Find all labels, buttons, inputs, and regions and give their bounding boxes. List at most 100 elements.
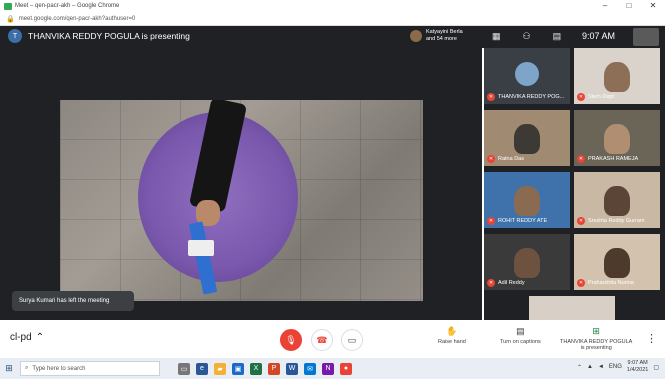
mic-off-icon: ✕ [487,217,495,225]
self-view-thumbnail[interactable] [633,28,659,46]
url-text[interactable]: meet.google.com/qen-pacr-akh?authuser=0 [19,16,136,22]
avatar [515,62,539,86]
chevron-up-icon: ⌃ [35,332,45,343]
participant-name: Praharshita Nunna [588,280,634,286]
edge-icon[interactable]: e [196,362,208,375]
mic-off-icon: ✕ [577,155,585,163]
language-indicator[interactable]: ENG [609,364,622,370]
search-placeholder: Type here to search [32,365,86,372]
white-tool [188,240,214,256]
presenter-avatar: T [8,29,22,43]
captions-icon: ▤ [516,326,525,336]
participant-video [604,248,630,278]
excel-icon[interactable]: X [250,362,262,375]
header-icons: ▦ ⚇ ▤ [492,31,561,42]
grid-icon[interactable]: ▦ [492,31,501,42]
mic-off-icon: ✕ [487,279,495,287]
presented-video [60,100,423,301]
participant-video [514,186,540,216]
mic-off-icon: ✕ [487,155,495,163]
notification-icon[interactable]: ▢ [653,364,659,371]
present-screen-icon: ⊞ [592,326,600,336]
participant-video [604,124,630,154]
present-status-button[interactable]: ⊞ THANVIKA REDDY POGULA is presenting [560,326,632,351]
meet-controls-bar: cl-pd ⌃ 🎙 ☎ ▭ ✋ Raise hand ▤ Turn on cap… [0,320,665,358]
meeting-code: cl-pd [10,332,32,343]
microphone-toggle-button[interactable]: 🎙 [280,329,302,351]
more-options-icon[interactable]: ⋮ [646,332,657,345]
mic-off-icon: ✕ [487,93,495,101]
participant-tile[interactable]: ✕ PRAKASH RAMEJA [574,110,660,166]
participant-name: ROHIT REDDY ATE [498,218,548,224]
volume-icon[interactable]: ◄ [598,364,604,370]
participant-tile[interactable]: ✕ Stem Dept [574,48,660,104]
search-icon: ⌕ [25,365,29,371]
participant-name: Adil Reddy [498,280,525,286]
powerpoint-icon[interactable]: P [268,362,280,375]
viewers-count: and 54 more [426,35,457,42]
participant-tile[interactable]: ✕ THANVIKA REDDY POG... [484,48,570,104]
maximize-button[interactable]: □ [617,0,641,12]
participant-tile[interactable] [529,296,615,320]
presenting-suffix: is presenting [580,345,612,351]
participant-tile[interactable]: ✕ ROHIT REDDY ATE [484,172,570,228]
file-explorer-icon[interactable]: ▰ [214,362,226,375]
clock-date: 1/4/2021 [626,367,649,373]
participant-tile[interactable]: ✕ Ratna Das [484,110,570,166]
mic-off-icon: 🎙 [285,334,297,345]
meet-favicon-icon [4,2,12,10]
left-meeting-toast: Surya Kumari has left the meeting [12,291,134,311]
hang-up-icon: ☎ [316,334,328,345]
mail-icon[interactable]: ✉ [304,362,316,375]
taskbar-clock[interactable]: 9:07 AM 1/4/2021 [627,360,648,374]
participant-name: Stem Dept [588,94,614,100]
taskbar-apps: ▭ e ▰ ▣ X P W ✉ N ● [178,362,352,375]
taskbar-search-input[interactable]: ⌕ Type here to search [20,361,160,376]
participant-video [514,124,540,154]
task-view-icon[interactable]: ▭ [178,362,190,375]
camera-toggle-button[interactable]: ▭ [341,329,363,351]
participant-video [514,248,540,278]
participant-name: THANVIKA REDDY POG... [498,94,565,100]
chrome-icon[interactable]: ● [340,362,352,375]
window-controls: – □ ✕ [593,0,665,12]
participant-tile[interactable]: ✕ Adil Reddy [484,234,570,290]
chat-icon[interactable]: ▤ [553,31,562,42]
store-icon[interactable]: ▣ [232,362,244,375]
participant-tile[interactable]: ✕ Praharshita Nunna [574,234,660,290]
meeting-details[interactable]: cl-pd ⌃ [10,332,44,343]
participant-name: Ratna Das [498,156,524,162]
participant-tiles: ✕ THANVIKA REDDY POG... ✕ Stem Dept ✕ Ratna… [484,48,665,320]
network-icon[interactable]: ▲ [587,364,593,370]
minimize-button[interactable]: – [593,0,617,12]
windows-start-icon[interactable]: ⊞ [0,363,18,374]
people-icon[interactable]: ⚇ [523,31,531,42]
mic-off-icon: ✕ [577,217,585,225]
presenting-text: THANVIKA REDDY POGULA is presenting [28,31,190,41]
window-title: Meet – qen-pacr-akh – Google Chrome [15,3,120,9]
viewers-chip[interactable]: Katyayini Berla and 54 more [410,29,463,42]
viewer-avatar [410,29,422,42]
system-tray: ⌃ ▲ ◄ ENG 9:07 AM 1/4/2021 ▢ [577,360,659,374]
window-titlebar: Meet – qen-pacr-akh – Google Chrome – □ … [0,0,665,12]
raise-hand-button[interactable]: ✋ Raise hand [438,326,466,345]
camera-icon: ▭ [347,334,357,345]
participant-video [604,62,630,92]
viewers-name: Katyayini Berla [426,29,463,35]
presentation-stage: Surya Kumari has left the meeting [0,48,482,320]
clock-time: 9:07 AM [627,360,648,366]
participant-name: Sreshta Reddy Gurram [588,218,645,224]
leave-call-button[interactable]: ☎ [311,329,333,351]
participant-tile[interactable]: ✕ Sreshta Reddy Gurram [574,172,660,228]
meet-header: T THANVIKA REDDY POGULA is presenting Ka… [0,26,665,48]
hand-icon: ✋ [446,326,458,336]
onenote-icon[interactable]: N [322,362,334,375]
tray-chevron-icon[interactable]: ⌃ [577,364,582,371]
word-icon[interactable]: W [286,362,298,375]
close-button[interactable]: ✕ [641,0,665,12]
address-bar[interactable]: 🔒 meet.google.com/qen-pacr-akh?authuser=… [0,12,665,26]
participant-video [604,186,630,216]
mic-off-icon: ✕ [577,279,585,287]
captions-label: Turn on captions [500,339,541,345]
captions-button[interactable]: ▤ Turn on captions [500,326,541,345]
